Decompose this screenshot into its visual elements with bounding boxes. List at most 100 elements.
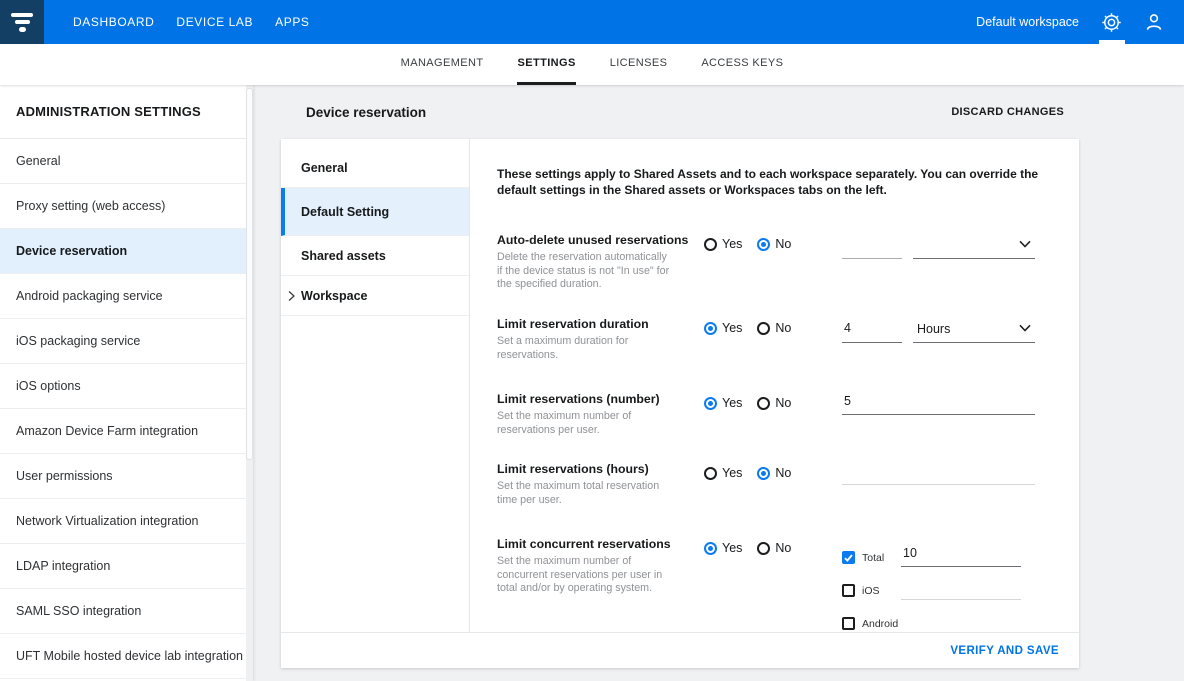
limit-duration-unit-select[interactable]: Hours <box>913 319 1035 343</box>
limit-hours-yes-radio[interactable]: Yes <box>704 466 742 480</box>
setting-description: Set a maximum duration for reservations. <box>497 335 675 362</box>
reservation-subnav: General Default Setting Shared assets Wo… <box>281 139 470 632</box>
auto-delete-no-radio[interactable]: No <box>757 237 791 251</box>
setting-title: Auto-delete unused reservations <box>497 233 704 247</box>
sidebar-item-device-reservation[interactable]: Device reservation <box>0 229 253 274</box>
setting-description: Set the maximum total reservation time p… <box>497 480 675 507</box>
limit-number-no-radio[interactable]: No <box>757 396 791 410</box>
subnav-item-shared-assets[interactable]: Shared assets <box>281 236 469 276</box>
radio-label: Yes <box>722 396 742 410</box>
limit-number-value-input[interactable] <box>842 394 1035 415</box>
page-header: Device reservation DISCARD CHANGES <box>281 85 1079 139</box>
setting-description: Set the maximum number of reservations p… <box>497 410 675 437</box>
limit-duration-value-input[interactable] <box>842 319 902 343</box>
sidebar-item-general[interactable]: General <box>0 139 253 184</box>
os-limit-label: Total <box>855 552 901 564</box>
sidebar-item-saml-sso[interactable]: SAML SSO integration <box>0 589 253 634</box>
tab-settings[interactable]: SETTINGS <box>517 44 575 85</box>
radio-icon <box>757 397 770 410</box>
android-limit-input[interactable] <box>901 612 1021 633</box>
limit-number-yes-radio[interactable]: Yes <box>704 396 742 410</box>
verify-and-save-button[interactable]: VERIFY AND SAVE <box>950 645 1059 657</box>
sidebar-item-android-packaging[interactable]: Android packaging service <box>0 274 253 319</box>
sidebar-item-ios-packaging[interactable]: iOS packaging service <box>0 319 253 364</box>
setting-row-limit-duration: Limit reservation duration Set a maximum… <box>497 317 1079 392</box>
setting-title: Limit reservations (number) <box>497 392 704 406</box>
limit-hours-value-input[interactable] <box>842 464 1035 485</box>
tab-licenses[interactable]: LICENSES <box>610 44 668 85</box>
subnav-item-general[interactable]: General <box>281 148 469 188</box>
sidebar-title: ADMINISTRATION SETTINGS <box>0 85 253 139</box>
radio-icon <box>704 467 717 480</box>
discard-changes-button[interactable]: DISCARD CHANGES <box>951 106 1064 118</box>
subnav-item-workspace[interactable]: Workspace <box>281 276 469 316</box>
device-reservation-card: General Default Setting Shared assets Wo… <box>281 139 1079 668</box>
os-limit-row-total: Total <box>842 546 1021 567</box>
limit-concurrent-yes-radio[interactable]: Yes <box>704 541 742 555</box>
select-value: Hours <box>917 322 950 337</box>
administration-sidebar: ADMINISTRATION SETTINGS General Proxy se… <box>0 85 253 681</box>
limit-duration-yes-radio[interactable]: Yes <box>704 321 742 335</box>
setting-row-limit-hours: Limit reservations (hours) Set the maxim… <box>497 462 1079 537</box>
os-limit-label: iOS <box>855 585 901 597</box>
ios-checkbox[interactable] <box>842 584 855 597</box>
radio-label: No <box>775 237 791 251</box>
sidebar-scrollbar-thumb[interactable] <box>246 88 253 460</box>
settings-intro-text: These settings apply to Shared Assets an… <box>497 166 1079 198</box>
uft-mobile-logo-icon[interactable] <box>0 0 44 44</box>
settings-gear-icon[interactable] <box>1101 0 1122 44</box>
sidebar-item-ios-options[interactable]: iOS options <box>0 364 253 409</box>
sidebar-item-amazon-device-farm[interactable]: Amazon Device Farm integration <box>0 409 253 454</box>
sidebar-item-user-permissions[interactable]: User permissions <box>0 454 253 499</box>
chevron-down-icon <box>1019 319 1031 337</box>
total-checkbox[interactable] <box>842 551 855 564</box>
setting-row-limit-concurrent: Limit concurrent reservations Set the ma… <box>497 537 1079 633</box>
radio-label: Yes <box>722 237 742 251</box>
logo-bar <box>11 13 33 17</box>
auto-delete-yes-radio[interactable]: Yes <box>704 237 742 251</box>
user-account-icon[interactable] <box>1144 0 1164 44</box>
radio-icon <box>757 467 770 480</box>
auto-delete-unit-select[interactable] <box>913 235 1035 259</box>
sidebar-item-ldap-integration[interactable]: LDAP integration <box>0 544 253 589</box>
radio-label: Yes <box>722 466 742 480</box>
limit-concurrent-no-radio[interactable]: No <box>757 541 791 555</box>
os-limit-row-android: Android <box>842 612 1021 633</box>
radio-label: Yes <box>722 321 742 335</box>
subnav-item-label: Workspace <box>301 289 367 303</box>
radio-label: No <box>775 466 791 480</box>
sidebar-item-network-virtualization[interactable]: Network Virtualization integration <box>0 499 253 544</box>
radio-icon <box>757 542 770 555</box>
setting-title: Limit reservations (hours) <box>497 462 704 476</box>
nav-apps[interactable]: APPS <box>264 0 320 44</box>
android-checkbox[interactable] <box>842 617 855 630</box>
nav-device-lab[interactable]: DEVICE LAB <box>165 0 264 44</box>
card-footer: VERIFY AND SAVE <box>281 632 1079 668</box>
chevron-down-icon <box>1019 235 1031 253</box>
limit-hours-no-radio[interactable]: No <box>757 466 791 480</box>
subnav-item-default-setting[interactable]: Default Setting <box>281 188 469 236</box>
tab-access-keys[interactable]: ACCESS KEYS <box>701 44 783 85</box>
workspace-selector[interactable]: Default workspace <box>976 15 1079 29</box>
radio-icon <box>757 322 770 335</box>
logo-bar <box>19 27 26 32</box>
sidebar-item-uft-hosted-lab[interactable]: UFT Mobile hosted device lab integration <box>0 634 253 679</box>
sidebar-scrollbar-track <box>246 85 253 681</box>
total-limit-input[interactable] <box>901 546 1021 567</box>
nav-dashboard[interactable]: DASHBOARD <box>62 0 165 44</box>
limit-duration-no-radio[interactable]: No <box>757 321 791 335</box>
setting-row-auto-delete: Auto-delete unused reservations Delete t… <box>497 233 1079 317</box>
setting-row-limit-number: Limit reservations (number) Set the maxi… <box>497 392 1079 462</box>
ios-limit-input[interactable] <box>901 579 1021 600</box>
os-limit-row-ios: iOS <box>842 579 1021 600</box>
radio-icon <box>704 238 717 251</box>
sidebar-item-proxy-setting[interactable]: Proxy setting (web access) <box>0 184 253 229</box>
setting-description: Set the maximum number of concurrent res… <box>497 555 675 596</box>
top-app-bar: DASHBOARD DEVICE LAB APPS Default worksp… <box>0 0 1184 44</box>
radio-icon <box>704 542 717 555</box>
radio-icon <box>704 322 717 335</box>
os-limit-label: Android <box>855 618 901 630</box>
tab-management[interactable]: MANAGEMENT <box>401 44 484 85</box>
auto-delete-duration-input[interactable] <box>842 235 902 259</box>
setting-title: Limit concurrent reservations <box>497 537 704 551</box>
